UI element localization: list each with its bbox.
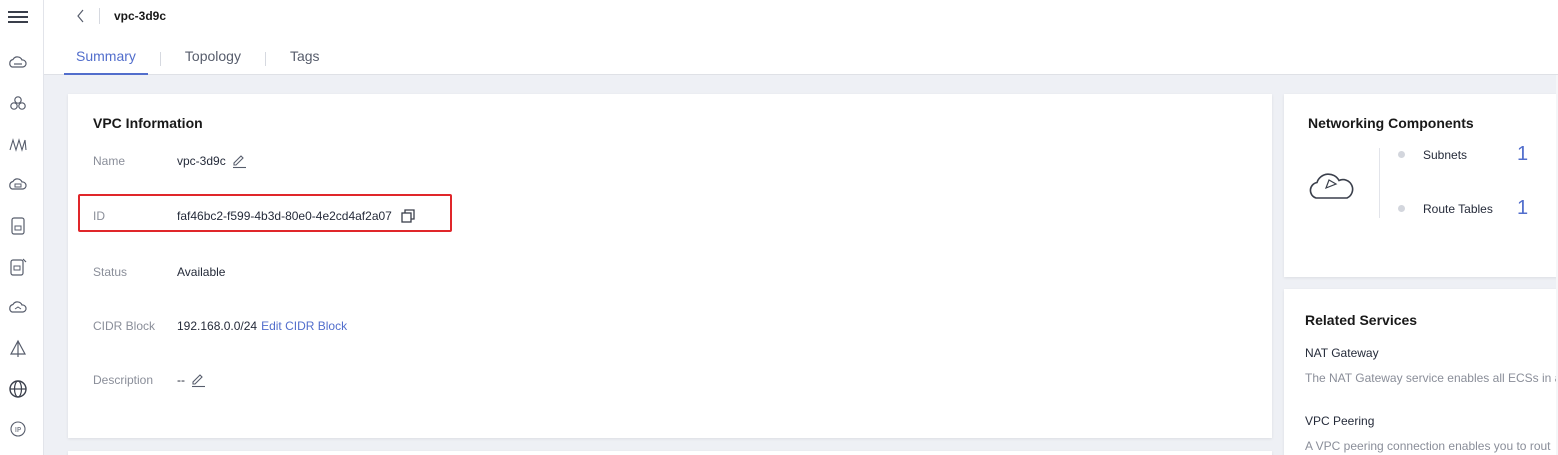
menu-icon[interactable]: [8, 8, 28, 28]
ip-icon[interactable]: IP: [7, 418, 29, 440]
subnets-item: Subnets 1: [1398, 143, 1528, 166]
cluster-icon[interactable]: [7, 93, 29, 115]
bullet-dot: [1398, 151, 1405, 158]
header-divider: [99, 8, 100, 24]
edit-cidr-block-link[interactable]: Edit CIDR Block: [261, 319, 347, 333]
tab-tags[interactable]: Tags: [278, 45, 332, 75]
tent-icon[interactable]: [7, 338, 29, 360]
cloud-connect-icon[interactable]: [7, 297, 29, 319]
cloud-icon[interactable]: [7, 52, 29, 74]
networking-divider: [1379, 148, 1380, 218]
vpc-information-card: VPC Information Name vpc-3d9c ID faf46bc…: [68, 94, 1272, 438]
cloud-storage-icon[interactable]: [7, 174, 29, 196]
subnets-count-link[interactable]: 1: [1517, 143, 1528, 166]
vpc-information-title: VPC Information: [93, 115, 203, 131]
description-row: Description --: [93, 370, 206, 390]
related-services-title: Related Services: [1305, 312, 1418, 328]
route-tables-item: Route Tables 1: [1398, 197, 1528, 220]
tab-summary[interactable]: Summary: [64, 45, 148, 75]
bullet-dot: [1398, 205, 1405, 212]
page-header: vpc-3d9c Summary Topology Tags: [44, 0, 1558, 75]
secondary-card: [68, 451, 1272, 455]
cidr-row: CIDR Block 192.168.0.0/24 Edit CIDR Bloc…: [93, 316, 347, 336]
tab-divider: [159, 52, 161, 66]
name-row: Name vpc-3d9c: [93, 151, 247, 171]
status-row: Status Available: [93, 262, 225, 282]
document-edit-icon[interactable]: [7, 256, 29, 278]
tab-topology[interactable]: Topology: [173, 45, 253, 75]
name-label: Name: [93, 154, 126, 168]
cloud-network-icon: [1306, 166, 1356, 202]
description-value: --: [177, 373, 185, 387]
route-tables-count-link[interactable]: 1: [1517, 197, 1528, 220]
status-label: Status: [93, 265, 128, 279]
nat-gateway-description: The NAT Gateway service enables all ECSs…: [1305, 371, 1558, 385]
vpc-peering-description: A VPC peering connection enables you to …: [1305, 439, 1551, 453]
left-nav-rail: IP: [0, 0, 44, 455]
tab-divider: [264, 52, 266, 66]
network-icon[interactable]: [7, 134, 29, 156]
document-icon[interactable]: [7, 215, 29, 237]
cidr-label: CIDR Block: [93, 319, 156, 333]
nat-gateway-link[interactable]: NAT Gateway: [1305, 346, 1379, 360]
page-title: vpc-3d9c: [114, 9, 167, 23]
tab-bar: Summary Topology Tags: [64, 45, 332, 75]
networking-components-title: Networking Components: [1308, 115, 1474, 131]
vpc-peering-link[interactable]: VPC Peering: [1305, 414, 1374, 428]
svg-text:IP: IP: [15, 426, 21, 434]
route-tables-label: Route Tables: [1423, 201, 1493, 216]
edit-description-icon[interactable]: [190, 372, 206, 388]
name-value: vpc-3d9c: [177, 154, 226, 168]
id-highlight-box: [78, 194, 452, 232]
cidr-value: 192.168.0.0/24: [177, 319, 258, 333]
back-arrow-icon[interactable]: [74, 7, 88, 25]
edit-name-icon[interactable]: [231, 153, 247, 169]
subnets-label: Subnets: [1423, 147, 1468, 162]
status-value: Available: [177, 265, 226, 279]
description-label: Description: [93, 373, 154, 387]
globe-icon[interactable]: [7, 378, 29, 400]
